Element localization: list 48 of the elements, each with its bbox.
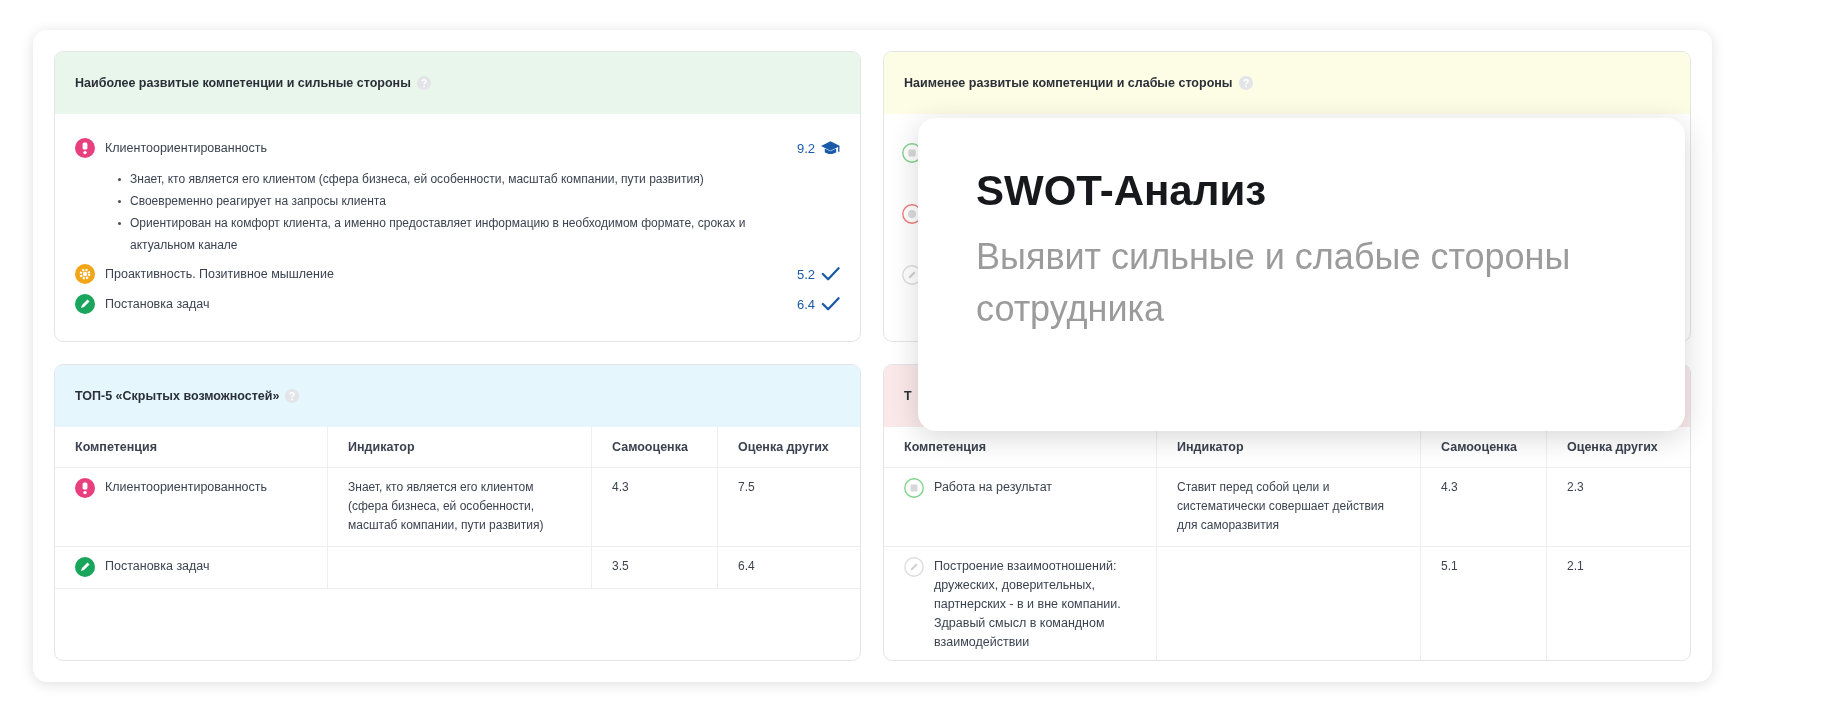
help-icon[interactable] (1238, 76, 1253, 90)
bullet-icon (118, 222, 121, 225)
card-title: Наименее развитые компетенции и слабые стороны (904, 76, 1233, 90)
indicator-text: Знает, кто является его клиентом (сфера бизнеса, ей особенности, масштаб компании, пути развития) (130, 171, 704, 188)
competence-name: Клиентоориентированность (105, 479, 267, 496)
help-icon[interactable] (416, 76, 431, 90)
check-icon (821, 266, 840, 282)
competence-name: Работа на результат (934, 479, 1053, 496)
card-title: Наиболее развитые компетенции и сильные стороны (75, 76, 411, 90)
column-header: Самооценка (592, 427, 718, 468)
column-header: Компетенция (55, 427, 328, 468)
bullet-icon (118, 200, 121, 203)
indicator-text: Ориентирован на комфорт клиента, а именно предоставляет информацию в необходимом формате, сроках и актуальном канале (130, 215, 747, 254)
exclamation-icon (75, 138, 95, 158)
popup-subtitle: Выявит сильные и слабые стороны сотрудника (976, 235, 1572, 331)
table-cell: 4.3 (1421, 468, 1547, 547)
table-cell: Знает, кто является его клиентом (сфера бизнеса, ей особенности, масштаб компании, пути развития) (328, 468, 592, 547)
table-cell: 2.1 (1547, 547, 1690, 660)
competence-name: Построение взаимоотношений: дружеских, доверительных, партнерских - в и вне компании. Здравый смысл в командном взаимодействии (934, 558, 1122, 651)
competence-name: Постановка задач (105, 297, 211, 311)
pencil-icon (904, 557, 924, 577)
table-cell: 7.5 (718, 468, 860, 547)
column-header: Оценка других (718, 427, 860, 468)
indicator-text: Своевременно реагирует на запросы клиента (130, 193, 386, 210)
competence-name: Постановка задач (105, 558, 210, 575)
score-value: 5.2 (796, 266, 815, 282)
table-cell: 4.3 (592, 468, 718, 547)
card-title: Т (904, 389, 912, 403)
competence-name: Проактивность. Позитивное мышление (105, 267, 335, 281)
bullet-icon (118, 178, 121, 181)
table-cell: 3.5 (592, 547, 718, 589)
pencil-icon (75, 557, 95, 577)
pencil-icon (75, 294, 95, 314)
check-icon (821, 296, 840, 312)
exclamation-icon (75, 478, 95, 498)
graduation-cap-icon (821, 140, 840, 156)
table-cell: 5.1 (1421, 547, 1547, 660)
score-value: 6.4 (796, 296, 815, 312)
table-cell: 2.3 (1547, 468, 1690, 547)
table-cell: 6.4 (718, 547, 860, 589)
gear-icon (75, 264, 95, 284)
column-header: Индикатор (328, 427, 592, 468)
help-icon[interactable] (285, 389, 300, 403)
score-value: 9.2 (796, 140, 815, 156)
popup-title: SWOT-Анализ (976, 166, 1268, 216)
card-title: ТОП-5 «Скрытых возможностей» (75, 389, 280, 403)
table-cell: Ставит перед собой цели и систематически совершает действия для саморазвития (1157, 468, 1421, 547)
competence-name: Клиентоориентированность (105, 141, 268, 155)
